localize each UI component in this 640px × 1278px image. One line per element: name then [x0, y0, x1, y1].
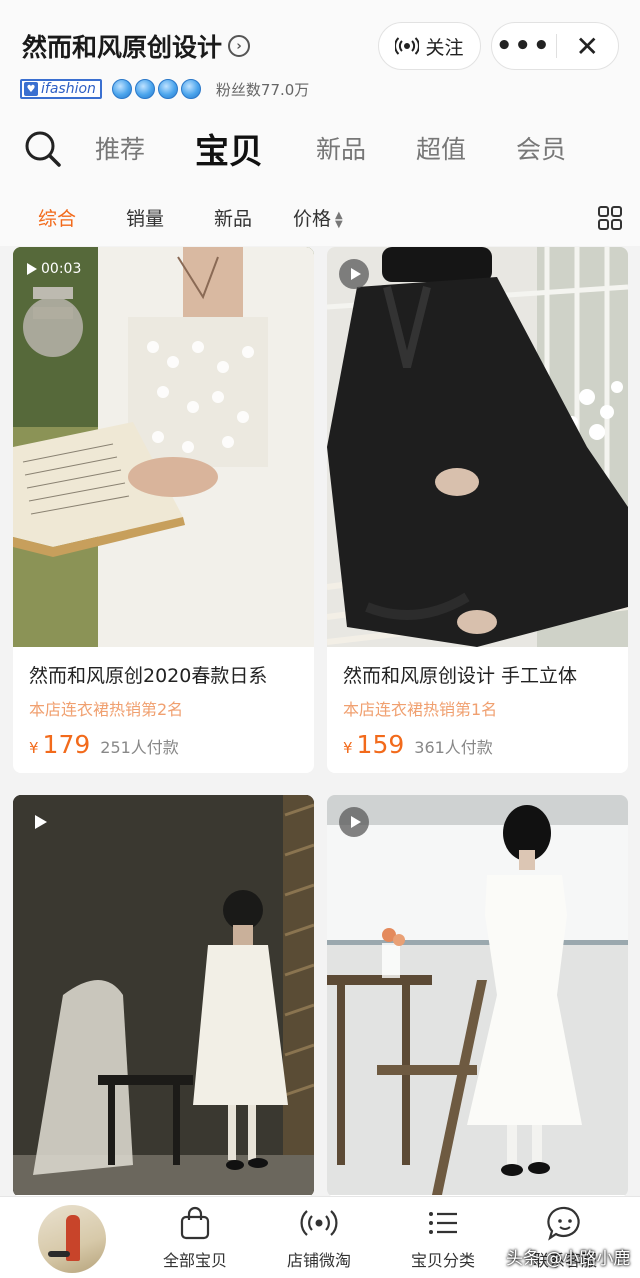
product-photo-dark-room-dress	[13, 795, 314, 1195]
nav-categories-label: 宝贝分类	[410, 1251, 475, 1270]
video-duration: 00:03	[41, 261, 82, 277]
product-card[interactable]	[327, 795, 628, 1197]
product-photo-white-puff-sleeve-dress	[327, 795, 628, 1195]
currency-symbol: ¥	[343, 739, 353, 757]
product-image[interactable]	[327, 795, 628, 1195]
list-icon	[429, 1212, 457, 1234]
product-card[interactable]: 00:03 然而和风原创2020春款日系 本店连衣裙热销第2名 ¥ 179 25…	[13, 247, 314, 773]
sold-count: 361人付款	[414, 738, 493, 757]
shop-header: 然而和风原创设计 › 关注 ••• ✕ ♥ ifashion 粉丝数77.0万	[0, 0, 640, 246]
shopping-bag-icon	[180, 1206, 210, 1240]
nav-shop-feed-label: 店铺微淘	[286, 1251, 351, 1270]
chat-face-icon	[547, 1206, 580, 1241]
sold-count: 251人付款	[100, 738, 179, 757]
product-photo-black-ruffle-dress	[327, 247, 628, 647]
grid-view-icon[interactable]	[598, 206, 622, 230]
follow-button[interactable]: 关注	[378, 22, 481, 70]
product-price: 159	[356, 730, 405, 759]
tab-new[interactable]: 新品	[316, 130, 366, 166]
ifashion-badge: ♥ ifashion	[20, 79, 102, 99]
broadcast-icon	[300, 1210, 338, 1236]
product-card[interactable]	[13, 795, 314, 1197]
follow-label: 关注	[425, 36, 464, 59]
nav-categories[interactable]: 宝贝分类	[388, 1205, 498, 1271]
product-rank: 本店连衣裙热销第1名	[343, 700, 498, 719]
product-image[interactable]: 00:03	[13, 247, 314, 647]
product-image[interactable]	[327, 247, 628, 647]
shop-avatar[interactable]	[38, 1205, 106, 1273]
product-rank: 本店连衣裙热销第2名	[29, 700, 184, 719]
diamond-icon	[134, 79, 155, 99]
product-photo-white-lace-dress	[13, 247, 314, 647]
sort-bar: 综合 销量 新品 价格 ▲ ▼	[0, 196, 640, 236]
diamond-icon	[180, 79, 201, 99]
play-icon	[350, 268, 361, 280]
shop-tabs: 推荐 宝贝 新品 超值 会员	[0, 118, 640, 178]
product-price: 179	[42, 730, 91, 759]
sort-sales[interactable]: 销量	[126, 204, 164, 231]
play-icon[interactable]	[35, 815, 47, 829]
diamond-icon	[111, 79, 132, 99]
price-row: ¥ 179 251人付款	[13, 720, 314, 773]
currency-symbol: ¥	[29, 739, 39, 757]
sort-price[interactable]: 价格 ▲ ▼	[293, 204, 343, 231]
nav-all-items-label: 全部宝贝	[162, 1251, 227, 1270]
product-image[interactable]	[13, 795, 314, 1195]
sort-price-label: 价格	[293, 208, 332, 230]
watermark: 头条 @小路小鹿	[506, 1249, 631, 1269]
diamond-icon	[157, 79, 178, 99]
tab-value[interactable]: 超值	[416, 130, 466, 166]
price-row: ¥ 159 361人付款	[327, 720, 628, 773]
play-button[interactable]	[339, 259, 369, 289]
shop-name: 然而和风原创设计	[22, 33, 223, 62]
shop-rating-diamonds	[111, 79, 204, 99]
nav-shop-feed[interactable]: 店铺微淘	[264, 1205, 374, 1271]
sort-new[interactable]: 新品	[214, 204, 252, 231]
tab-items[interactable]: 宝贝	[195, 124, 263, 173]
more-button[interactable]: •••	[492, 22, 556, 70]
product-card[interactable]: 然而和风原创设计 手工立体 本店连衣裙热销第1名 ¥ 159 361人付款	[327, 247, 628, 773]
search-icon[interactable]	[24, 130, 62, 168]
tab-member[interactable]: 会员	[516, 130, 566, 166]
play-icon	[27, 263, 37, 275]
shop-badges: ♥ ifashion 粉丝数77.0万	[20, 78, 309, 100]
sort-overall[interactable]: 综合	[38, 204, 76, 231]
video-badge: 00:03	[27, 261, 81, 277]
sort-arrows-icon: ▲ ▼	[335, 209, 343, 230]
avatar-dog	[48, 1251, 70, 1257]
close-button[interactable]: ✕	[556, 22, 618, 70]
product-title: 然而和风原创设计 手工立体	[343, 665, 578, 687]
product-title: 然而和风原创2020春款日系	[29, 665, 268, 687]
mini-program-capsule: ••• ✕	[491, 22, 619, 70]
play-button[interactable]	[339, 807, 369, 837]
nav-all-items[interactable]: 全部宝贝	[140, 1205, 250, 1271]
fans-count: 粉丝数77.0万	[215, 80, 310, 99]
heart-icon: ♥	[24, 82, 38, 96]
ifashion-label: ifashion	[41, 81, 96, 97]
tab-recommend[interactable]: 推荐	[95, 130, 145, 166]
play-icon	[350, 816, 361, 828]
broadcast-icon	[395, 37, 420, 55]
shop-title[interactable]: 然而和风原创设计 ›	[22, 28, 251, 64]
chevron-right-icon[interactable]: ›	[228, 35, 251, 57]
